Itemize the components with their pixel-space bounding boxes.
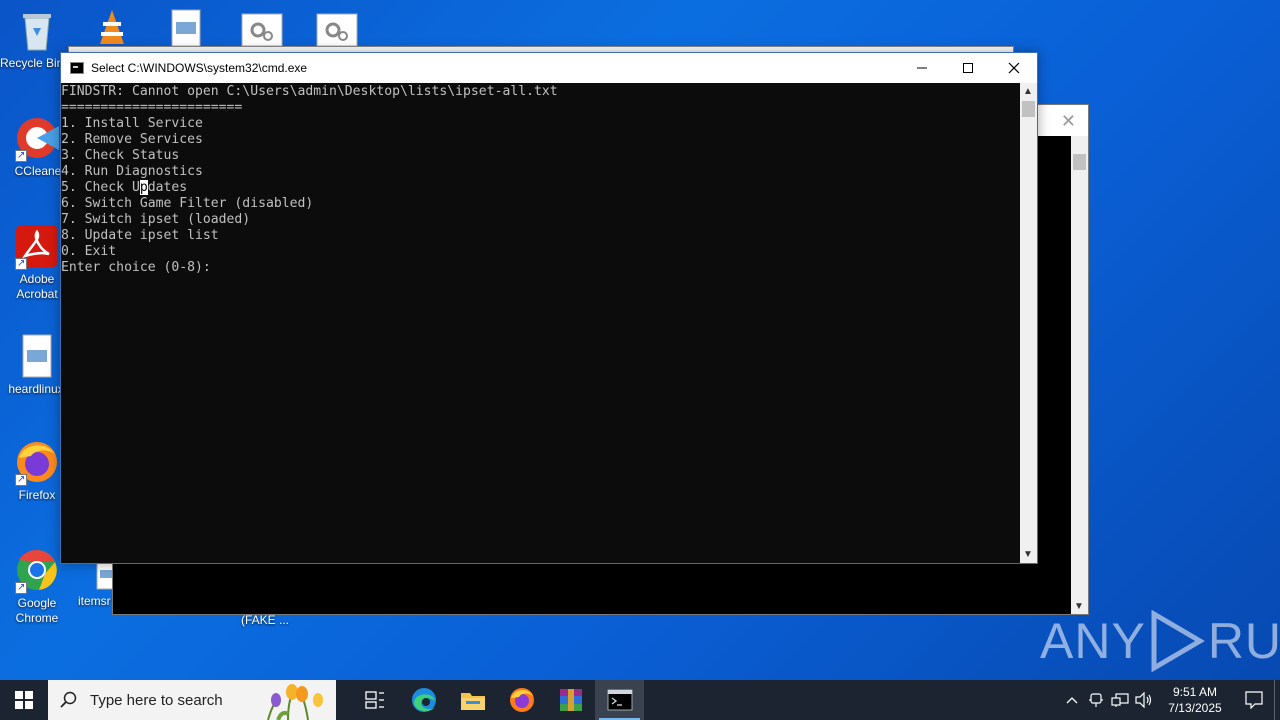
console-menu-item-6: 6. Switch Game Filter (disabled) (61, 196, 314, 211)
console-output[interactable]: FINDSTR: Cannot open C:\Users\admin\Desk… (61, 83, 1020, 563)
tulips-illustration-icon (267, 684, 323, 720)
maximize-icon (963, 63, 973, 73)
play-logo-icon (1151, 610, 1205, 672)
console-menu-item-2: 2. Remove Services (61, 132, 203, 147)
console-menu-item-1: 1. Install Service (61, 116, 203, 131)
cmd-app-icon[interactable] (70, 62, 84, 74)
search-placeholder: Type here to search (90, 691, 223, 709)
window-title: Select C:\WINDOWS\system32\cmd.exe (91, 61, 308, 75)
taskbar-cmd[interactable] (595, 680, 644, 720)
clock-date: 7/13/2025 (1168, 701, 1222, 715)
cmd-icon (607, 689, 632, 711)
search-icon (60, 691, 77, 708)
shortcut-arrow-icon (15, 148, 27, 163)
console-menu-item-7: 7. Switch ipset (loaded) (61, 212, 251, 227)
windows-logo-icon (15, 691, 33, 709)
action-center-button[interactable] (1234, 680, 1274, 720)
console-line-findstr-error: FINDSTR: Cannot open C:\Users\admin\Desk… (61, 84, 558, 99)
taskbar-firefox[interactable] (497, 680, 546, 720)
console-menu-item-5: 5. Check Updates (61, 180, 1020, 196)
minimize-icon (917, 67, 927, 69)
edge-icon (411, 688, 436, 712)
network-icon (1111, 693, 1129, 707)
ccleaner-icon (15, 116, 59, 163)
maximize-button[interactable] (945, 53, 991, 83)
vlc-icon[interactable] (90, 8, 134, 46)
vertical-scrollbar[interactable]: ▼ (1071, 136, 1088, 614)
scrollbar-thumb[interactable] (1073, 154, 1086, 170)
shortcut-arrow-icon (15, 472, 27, 487)
console-text: 5. Check U (61, 180, 140, 195)
task-view-icon (364, 691, 384, 709)
system-tray: 9:51 AM 7/13/2025 (1060, 680, 1280, 720)
close-button[interactable] (991, 53, 1037, 83)
taskbar-edge[interactable] (399, 680, 448, 720)
scrollbar-thumb[interactable] (1022, 101, 1035, 117)
watermark-text-right: RUN (1207, 613, 1280, 669)
anyrun-watermark: ANY RUN (1040, 610, 1280, 672)
folder-icon (460, 693, 485, 710)
shortcut-arrow-icon (15, 256, 27, 271)
taskbar-search-box[interactable]: Type here to search (48, 680, 336, 720)
window-titlebar[interactable]: Select C:\WINDOWS\system32\cmd.exe (61, 53, 1037, 83)
network-button[interactable] (1108, 680, 1132, 720)
image-file-icon (15, 334, 59, 378)
notification-icon (1245, 691, 1263, 709)
close-icon[interactable]: ✕ (1061, 111, 1076, 132)
scroll-down-arrow-icon[interactable]: ▼ (1023, 549, 1033, 560)
device-icon (1089, 693, 1103, 707)
tray-device-button[interactable] (1084, 680, 1108, 720)
settings-file-icon-2[interactable] (315, 8, 359, 47)
show-hidden-icons-button[interactable] (1060, 680, 1084, 720)
console-text: dates (147, 180, 188, 195)
volume-icon (1135, 692, 1152, 708)
watermark-text-left: ANY (1040, 613, 1146, 669)
firefox-icon (15, 440, 59, 487)
desktop-fake-label: (FAKE ... (241, 613, 290, 627)
clock-time: 9:51 AM (1172, 685, 1218, 699)
settings-file-icon[interactable] (240, 8, 284, 47)
desktop-icon-label: Recycle Bin (0, 56, 60, 70)
console-menu-item-8: 8. Update ipset list (61, 228, 219, 243)
chrome-icon (15, 548, 59, 595)
console-menu-item-3: 3. Check Status (61, 148, 180, 163)
console-menu-item-0: 0. Exit (61, 244, 117, 259)
console-prompt[interactable]: Enter choice (0-8): (61, 260, 1020, 276)
console-line-separator: ======================= (61, 100, 243, 115)
show-desktop-button[interactable] (1274, 680, 1280, 720)
taskbar-clock[interactable]: 9:51 AM 7/13/2025 (1156, 684, 1234, 716)
desktop-icon-label: heardlinux (8, 382, 64, 396)
text-selection-caret: p (139, 180, 148, 195)
task-view-button[interactable] (350, 680, 399, 720)
volume-button[interactable] (1132, 680, 1156, 720)
chevron-up-icon (1066, 697, 1078, 704)
scroll-up-arrow-icon[interactable]: ▲ (1023, 86, 1033, 97)
console-menu-item-4: 4. Run Diagnostics (61, 164, 203, 179)
desktop-icon-label: Google Chrome (15, 596, 59, 625)
shortcut-arrow-icon (15, 580, 27, 595)
cmd-window[interactable]: Select C:\WINDOWS\system32\cmd.exe FINDS… (60, 52, 1038, 564)
minimize-button[interactable] (899, 53, 945, 83)
image-file-icon[interactable] (166, 8, 210, 47)
taskbar-winrar[interactable] (546, 680, 595, 720)
vertical-scrollbar[interactable]: ▲ ▼ (1020, 83, 1037, 563)
recycle-bin-icon (15, 8, 59, 52)
start-button[interactable] (0, 680, 48, 720)
taskbar: Type here to search 9:51 AM 7/13/2025 (0, 680, 1280, 720)
taskbar-file-explorer[interactable] (448, 680, 497, 720)
winrar-icon (559, 689, 582, 711)
adobe-acrobat-icon (15, 224, 59, 271)
firefox-icon (509, 688, 534, 712)
close-icon (1008, 62, 1020, 74)
